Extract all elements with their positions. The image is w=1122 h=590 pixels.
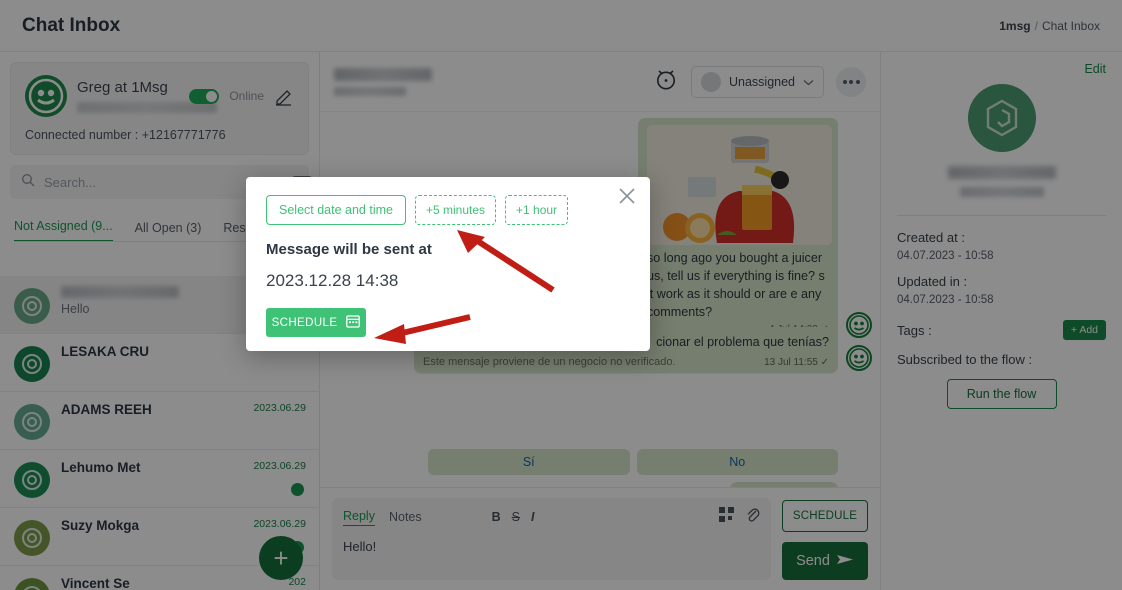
- calendar-icon: [346, 314, 361, 331]
- plus-5-minutes-button[interactable]: +5 minutes: [414, 195, 497, 225]
- schedule-modal: Select date and time +5 minutes +1 hour …: [246, 177, 650, 351]
- modal-schedule-label: SCHEDULE: [271, 316, 338, 329]
- modal-schedule-button[interactable]: SCHEDULE: [266, 308, 366, 337]
- modal-datetime-value: 2023.12.28 14:38: [266, 271, 399, 290]
- modal-quick-options: Select date and time +5 minutes +1 hour: [266, 195, 630, 225]
- modal-title: Message will be sent at: [266, 241, 432, 258]
- close-icon[interactable]: [618, 187, 636, 205]
- select-date-time-button[interactable]: Select date and time: [266, 195, 406, 225]
- plus-1-hour-button[interactable]: +1 hour: [505, 195, 569, 225]
- chat-inbox-app: Chat Inbox 1msg / Chat Inbox Greg at 1Ms…: [0, 0, 1122, 590]
